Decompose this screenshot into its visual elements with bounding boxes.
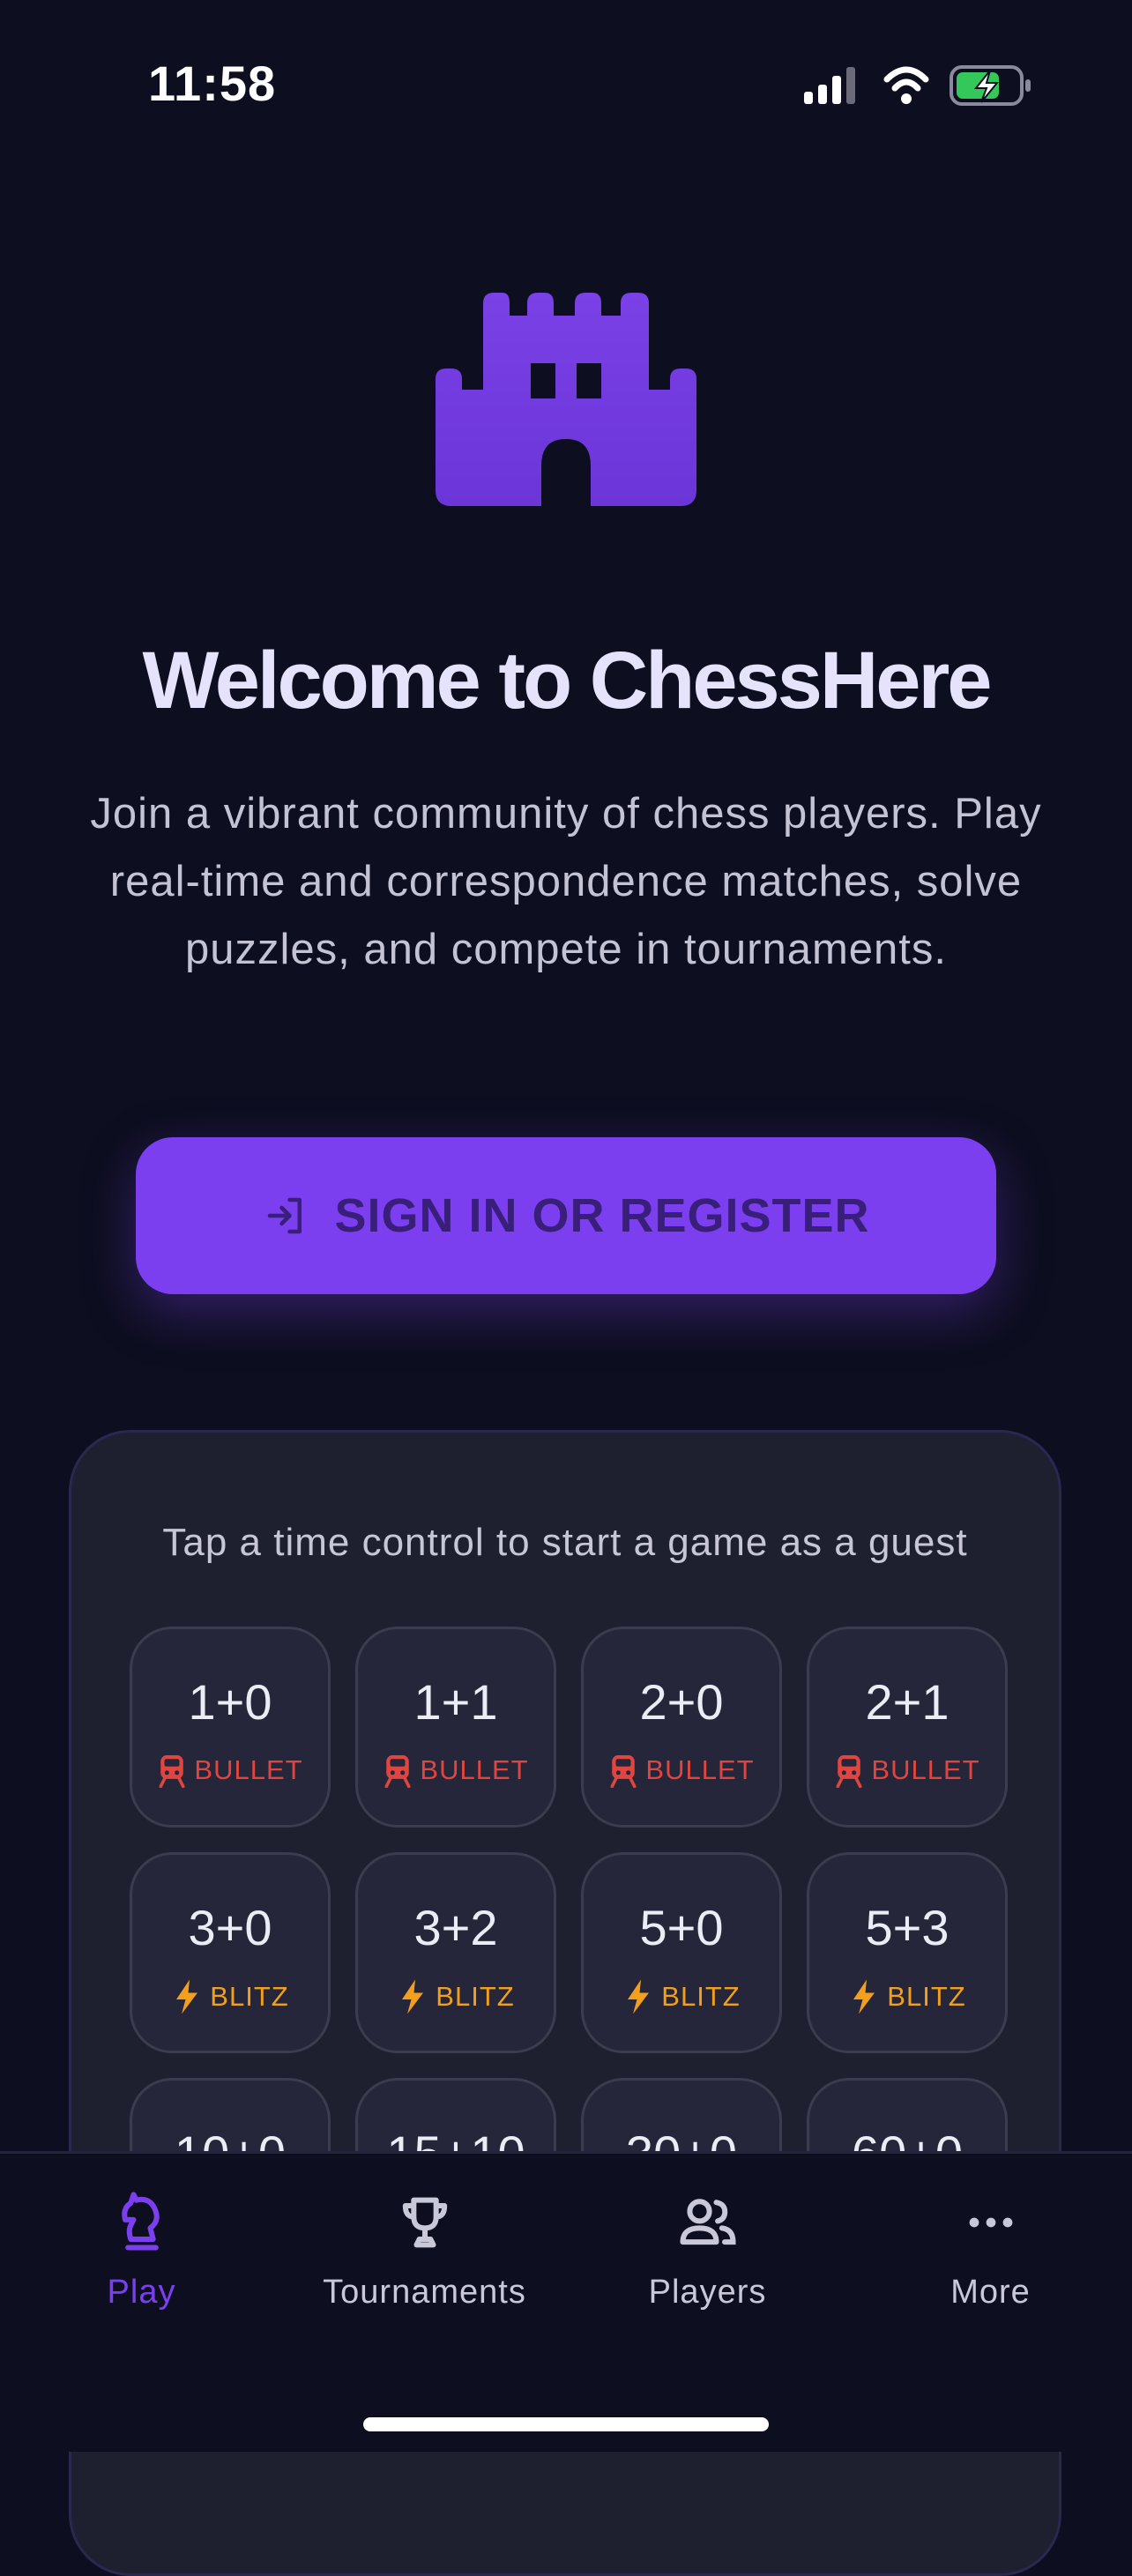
tab-play[interactable]: Play [0,2189,283,2365]
time-control-tile[interactable]: 1+0 BULLET [130,1627,331,1828]
time-control-value: 5+3 [865,1900,950,1955]
castle-logo-icon [436,293,696,506]
bullet-train-icon [384,1755,411,1788]
time-control-tile[interactable]: 2+1 BULLET [807,1627,1008,1828]
time-control-category-label: BLITZ [436,1981,515,2012]
time-control-value: 3+0 [188,1900,272,1955]
tab-players-label: Players [648,2274,767,2311]
time-control-category: BLITZ [358,1978,554,2015]
bullet-train-icon [836,1755,862,1788]
more-icon [969,2217,1012,2228]
lightning-icon [628,1979,650,2014]
time-control-tile[interactable]: 1+1 BULLET [355,1627,556,1828]
welcome-description: Join a vibrant community of chess player… [90,790,1042,973]
time-control-category-label: BULLET [194,1754,303,1785]
time-control-category-label: BLITZ [887,1981,966,2012]
lightning-icon [402,1979,424,2014]
time-control-tile[interactable]: 5+0 BLITZ [581,1852,782,2053]
login-icon [268,1197,302,1234]
signal-icon [804,67,855,104]
time-control-tile[interactable]: 3+2 BLITZ [355,1852,556,2053]
time-control-value: 2+0 [639,1674,724,1730]
bottom-tab-bar: Play Tournaments Players More [0,2151,1132,2452]
sign-in-button[interactable]: SIGN IN OR REGISTER [136,1137,996,1294]
time-control-category: BLITZ [132,1978,328,2015]
time-control-category: BLITZ [809,1978,1005,2015]
sign-in-label: SIGN IN OR REGISTER [334,1189,870,1242]
knight-icon [121,2192,160,2251]
time-control-category: BULLET [358,1753,554,1788]
wifi-icon [883,66,929,104]
time-control-category: BULLET [584,1753,779,1788]
tab-play-label: Play [107,2274,176,2311]
time-control-category-label: BULLET [871,1754,980,1785]
users-icon [679,2199,736,2245]
time-control-tile[interactable]: 5+3 BLITZ [807,1852,1008,2053]
guest-hint: Tap a time control to start a game as a … [162,1521,968,1564]
trophy-icon [402,2197,447,2248]
lightning-icon [176,1979,198,2014]
tab-tournaments[interactable]: Tournaments [283,2189,566,2365]
time-control-tile[interactable]: 2+0 BULLET [581,1627,782,1828]
time-control-category-label: BULLET [645,1754,755,1785]
bullet-train-icon [610,1755,637,1788]
time-control-category: BULLET [132,1753,328,1788]
lightning-icon [853,1979,875,2014]
time-control-category-label: BULLET [420,1754,529,1785]
home-indicator[interactable] [363,2417,769,2431]
tab-more[interactable]: More [849,2189,1132,2365]
tab-tournaments-label: Tournaments [323,2274,526,2311]
time-control-category-label: BLITZ [210,1981,289,2012]
time-control-value: 5+0 [639,1900,724,1955]
status-icons [804,65,1031,106]
time-control-category: BULLET [809,1753,1005,1788]
battery-icon [950,65,1031,106]
time-control-value: 2+1 [865,1674,950,1730]
welcome-title: Welcome to ChessHere [142,636,993,726]
tab-players[interactable]: Players [566,2189,849,2365]
time-control-value: 1+1 [413,1674,498,1730]
status-time: 11:58 [148,56,277,111]
status-bar: 11:58 [0,0,1132,168]
time-control-category-label: BLITZ [661,1981,741,2012]
time-control-value: 1+0 [188,1674,272,1730]
time-control-category: BLITZ [584,1978,779,2015]
time-control-tile[interactable]: 3+0 BLITZ [130,1852,331,2053]
time-control-value: 3+2 [413,1900,498,1955]
bullet-train-icon [159,1755,185,1788]
tab-more-label: More [950,2274,1031,2311]
